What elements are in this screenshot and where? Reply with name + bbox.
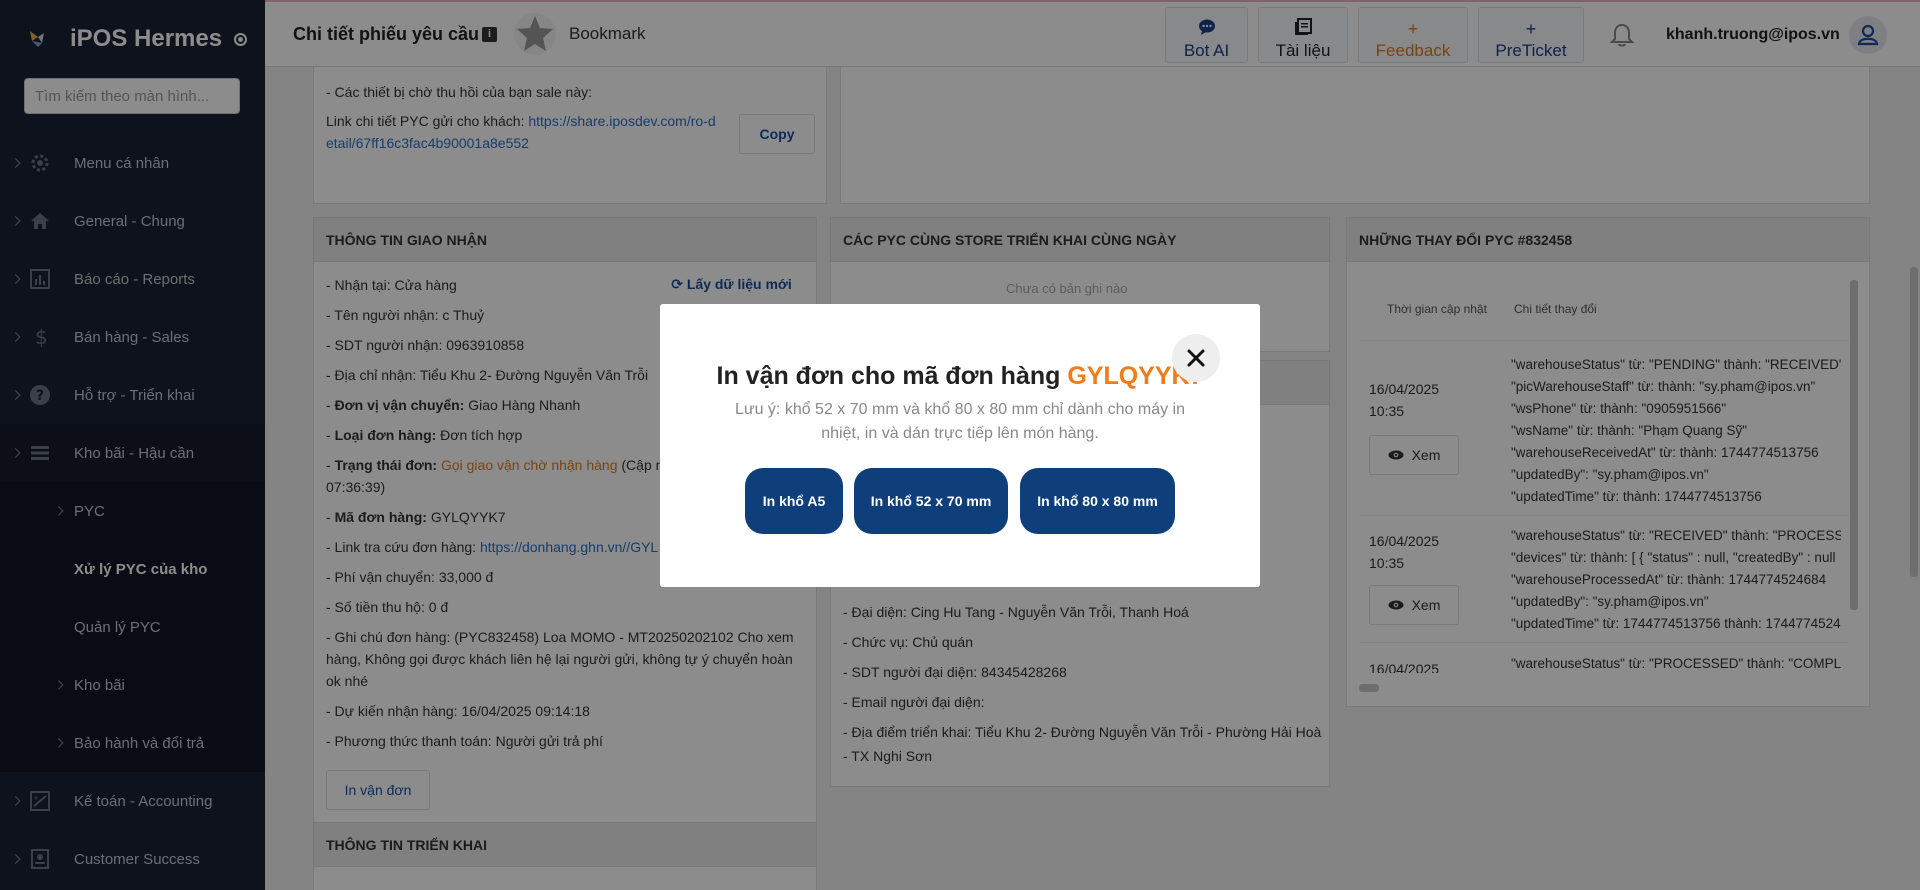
print-waybill-modal: In vận đơn cho mã đơn hàng GYLQYYK7 Lưu … [660, 304, 1260, 587]
print-52x70-button[interactable]: In khổ 52 x 70 mm [854, 468, 1008, 534]
modal-title: In vận đơn cho mã đơn hàng GYLQYYK7 [660, 362, 1260, 391]
modal-note: Lưu ý: khổ 52 x 70 mm và khổ 80 x 80 mm … [734, 401, 1186, 442]
modal-title-prefix: In vận đơn cho mã đơn hàng [716, 362, 1068, 390]
close-button[interactable] [1172, 334, 1220, 382]
close-icon [1187, 349, 1205, 367]
print-a5-button[interactable]: In khổ A5 [745, 468, 843, 534]
print-80x80-button[interactable]: In khổ 80 x 80 mm [1020, 468, 1175, 534]
